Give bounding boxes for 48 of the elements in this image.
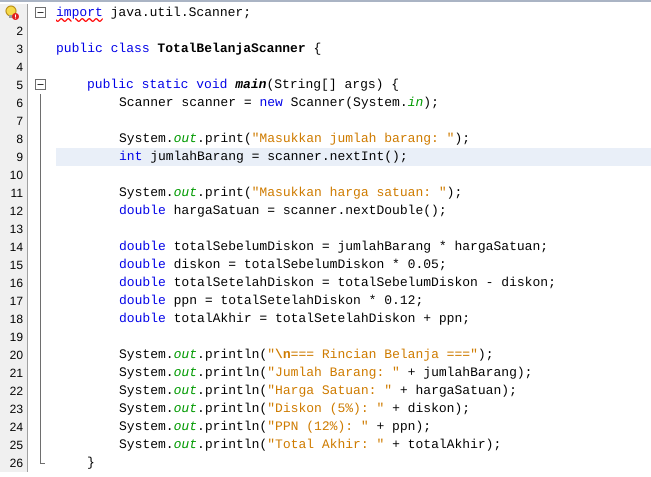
code-line: import java.util.Scanner;: [56, 4, 252, 22]
line-number: 15: [10, 257, 23, 274]
line-number: 11: [10, 185, 23, 202]
fold-icon[interactable]: [35, 7, 46, 18]
line-number: 2: [16, 23, 23, 40]
code-line: double totalSetelahDiskon = totalSebelumDiskon - diskon;: [119, 274, 556, 292]
line-number: 20: [10, 347, 23, 364]
code-line: }: [87, 454, 95, 472]
fold-icon[interactable]: [35, 79, 46, 90]
hint-icon[interactable]: [4, 5, 20, 21]
code-line: System.out.println("\n=== Rincian Belanja ===");: [119, 346, 494, 364]
code-line: System.out.print("Masukkan jumlah barang: ");: [119, 130, 470, 148]
code-line: System.out.print("Masukkan harga satuan: ");: [119, 184, 462, 202]
line-number: 25: [10, 437, 23, 454]
line-number: 13: [10, 221, 23, 238]
line-number: 9: [16, 149, 23, 166]
line-number: 10: [10, 167, 23, 184]
code-line: double totalSebelumDiskon = jumlahBarang * hargaSatuan;: [119, 238, 548, 256]
line-number: 26: [10, 455, 23, 472]
line-number: 8: [16, 131, 23, 148]
line-number: 22: [10, 383, 23, 400]
code-line: double hargaSatuan = scanner.nextDouble();: [119, 202, 447, 220]
line-number: 19: [10, 329, 23, 346]
line-number: 12: [10, 203, 23, 220]
line-number: 18: [10, 311, 23, 328]
code-line: double totalAkhir = totalSetelahDiskon + ppn;: [119, 310, 470, 328]
code-line: System.out.println("PPN (12%): " + ppn);: [119, 418, 432, 436]
line-number: 21: [10, 365, 23, 382]
code-line: Scanner scanner = new Scanner(System.in);: [119, 94, 439, 112]
line-number: 16: [10, 275, 23, 292]
code-line: int jumlahBarang = scanner.nextInt();: [119, 148, 408, 166]
line-number: 23: [10, 401, 23, 418]
code-line: public class TotalBelanjaScanner {: [56, 40, 322, 58]
code-line: double diskon = totalSebelumDiskon * 0.05;: [119, 256, 447, 274]
line-number: 17: [10, 293, 23, 310]
line-number: 3: [16, 41, 23, 58]
code-line: System.out.println("Diskon (5%): " + diskon);: [119, 400, 470, 418]
line-number: 5: [16, 77, 23, 94]
line-number: 14: [10, 239, 23, 256]
line-number: 7: [16, 113, 23, 130]
line-number: 6: [16, 95, 23, 112]
line-number: 4: [16, 59, 23, 76]
code-line: System.out.println("Harga Satuan: " + hargaSatuan);: [119, 382, 517, 400]
code-line: public static void main(String[] args) {: [87, 76, 400, 94]
code-line: System.out.println("Total Akhir: " + totalAkhir);: [119, 436, 502, 454]
line-number: 24: [10, 419, 23, 436]
code-line: double ppn = totalSetelahDiskon * 0.12;: [119, 292, 424, 310]
code-line: System.out.println("Jumlah Barang: " + jumlahBarang);: [119, 364, 532, 382]
